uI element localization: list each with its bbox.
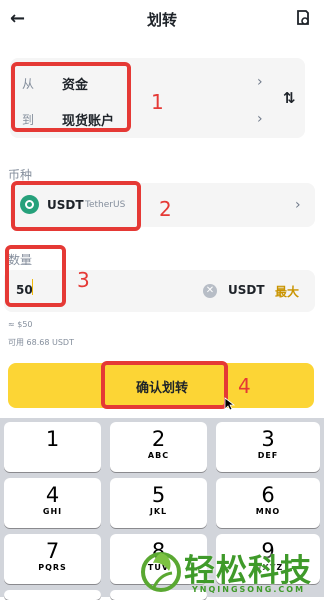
annotation-number-4: 4 [238, 374, 251, 398]
key-3[interactable]: 3 DEF [216, 422, 320, 472]
from-chevron-icon[interactable]: › [257, 74, 263, 90]
history-icon[interactable] [296, 10, 310, 26]
usd-equivalent: ≈ $50 [8, 320, 33, 329]
annotation-box-3 [5, 245, 66, 307]
annotation-box-4 [101, 361, 228, 409]
available-balance: 可用 68.68 USDT [8, 338, 74, 347]
watermark-url: YNQINGSONG.COM [192, 585, 306, 594]
coin-chevron-icon[interactable]: › [295, 197, 301, 213]
page-title: 划转 [146, 11, 177, 29]
key-6[interactable]: 6 MNO [216, 478, 320, 528]
to-chevron-icon[interactable]: › [257, 111, 263, 127]
swap-icon[interactable]: ⇅ [283, 89, 296, 107]
key-1[interactable]: 1 [4, 422, 101, 472]
key-4[interactable]: 4 GHI [4, 478, 101, 528]
annotation-number-3: 3 [77, 268, 90, 292]
watermark-leaf-logo [141, 552, 181, 592]
watermark-text: 轻松科技 [184, 553, 312, 589]
annotation-number-2: 2 [159, 197, 172, 221]
key-7[interactable]: 7 PQRS [4, 534, 101, 584]
mouse-pointer-icon [224, 397, 235, 411]
annotation-box-2 [11, 181, 141, 231]
max-button[interactable]: 最大 [275, 283, 299, 300]
watermark: 轻松科技 YNQINGSONG.COM [140, 543, 324, 597]
amount-unit: USDT [228, 283, 265, 297]
key-5[interactable]: 5 JKL [110, 478, 207, 528]
key-blank [4, 590, 101, 600]
annotation-box-1 [11, 62, 131, 132]
annotation-number-1: 1 [151, 90, 164, 114]
clear-input-icon[interactable]: ✕ [203, 284, 217, 298]
key-2[interactable]: 2 ABC [110, 422, 207, 472]
